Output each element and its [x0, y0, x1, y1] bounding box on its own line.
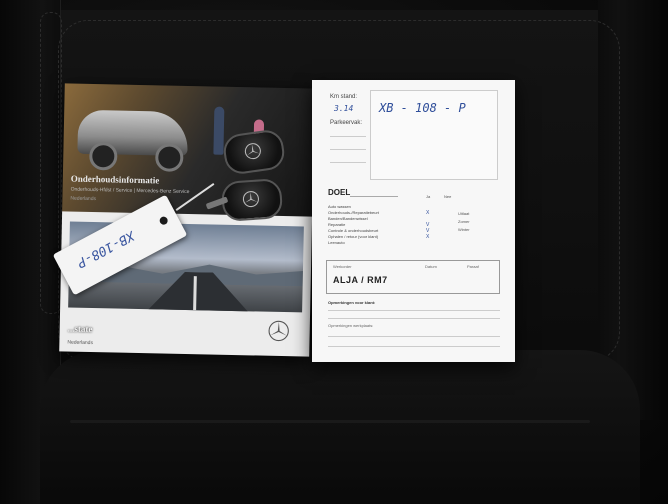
mercedes-star-icon: [244, 143, 261, 160]
signature-box: Werkorder Datum Paraaf ALJA / RM7: [326, 260, 500, 294]
service-item: Leenauto: [328, 240, 345, 245]
doel-line: [350, 196, 398, 197]
service-form: Km stand: 3.14 Parkeervak: XB - 108 - P …: [312, 80, 515, 362]
doel-heading: DOEL: [328, 188, 351, 197]
maintenance-booklet: Onderhoudsinformatie Onderhouds-Hfdst / …: [59, 83, 315, 357]
person-image: [213, 106, 225, 155]
booklet-language: Nederlands: [70, 195, 97, 203]
col-yes: Ja: [426, 194, 431, 199]
seat-seam: [70, 420, 590, 423]
photo-scene: Onderhoudsinformatie Onderhouds-Hfdst / …: [0, 0, 668, 504]
check-column: X V V X: [426, 204, 456, 246]
option-item: Zomer: [458, 219, 470, 224]
tag-hole: [158, 215, 170, 227]
license-plate-text: XB - 108 - P: [379, 101, 466, 115]
km-label: Km stand:: [330, 94, 358, 100]
form-lines: [330, 136, 366, 175]
seat-cushion: [40, 350, 640, 504]
plate-box: XB - 108 - P: [370, 90, 498, 180]
check-mark: [426, 240, 456, 246]
parking-label: Parkeervak:: [330, 120, 363, 126]
remark-label: Opmerkingen voor klant:: [328, 300, 376, 305]
remark-line: [328, 346, 500, 347]
car-wheel: [89, 141, 118, 171]
booklet-subtitle: Onderhouds-Hfdst / Service | Mercedes-Be…: [70, 186, 190, 196]
car-key-fob: [220, 177, 284, 223]
remark-label-workshop: Opmerkingen werkplaats:: [328, 323, 374, 328]
sign-label-date: Datum: [425, 264, 437, 269]
mercedes-star-icon: [242, 191, 259, 208]
remark-line: [328, 310, 500, 311]
seat-stitching-left: [40, 12, 62, 314]
option-list: Uitlaat Zomer Winter: [458, 210, 502, 234]
option-item: Winter: [458, 227, 470, 232]
service-item-list: Auto wassen Onderhouds-/Reparatiebeurt B…: [328, 204, 418, 246]
km-value: 3.14: [334, 104, 354, 113]
booklet-second-language: Nederlands: [67, 339, 94, 347]
remark-line: [328, 336, 500, 337]
remark-line: [328, 318, 500, 319]
booklet-second-title: ...state: [67, 323, 93, 335]
sign-label-workorder: Werkorder: [333, 264, 352, 269]
booklet-title: Onderhoudsinformatie: [70, 173, 160, 186]
sign-label-initials: Paraaf: [467, 264, 479, 269]
car-wheel: [155, 143, 184, 172]
signature-value: ALJA / RM7: [333, 275, 388, 285]
option-item: Uitlaat: [458, 211, 470, 216]
col-no: Nee: [444, 194, 452, 199]
mercedes-star-icon: [268, 320, 289, 342]
